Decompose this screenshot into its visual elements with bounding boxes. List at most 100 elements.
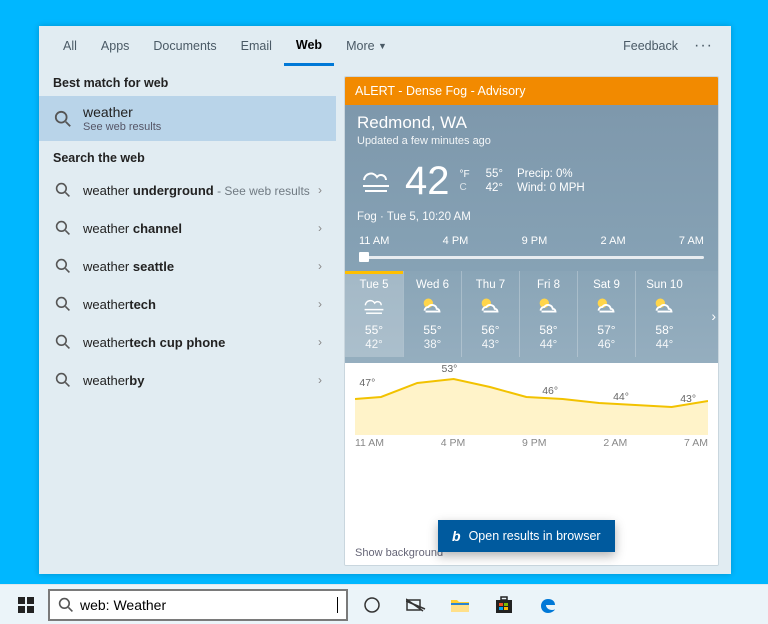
- unit-c[interactable]: C: [460, 182, 470, 193]
- search-icon: [53, 256, 73, 276]
- day-high: 55°: [406, 323, 459, 337]
- search-icon: [53, 370, 73, 390]
- weather-alert[interactable]: ALERT - Dense Fog - Advisory: [345, 77, 718, 105]
- chevron-right-icon: ›: [312, 373, 322, 387]
- chart-x-label: 9 PM: [522, 437, 547, 449]
- tab-apps[interactable]: Apps: [89, 26, 142, 66]
- results-left: Best match for web weather See web resul…: [39, 66, 336, 574]
- hourly-label: 2 AM: [601, 235, 626, 247]
- suggestion-label: weather seattle: [83, 259, 312, 274]
- chart-value-label: 43°: [680, 393, 696, 405]
- tab-web[interactable]: Web: [284, 26, 334, 66]
- suggestion-label: weathertech: [83, 297, 312, 312]
- microsoft-store-icon[interactable]: [484, 589, 524, 621]
- day-low: 38°: [406, 339, 459, 351]
- precip: Precip: 0%: [517, 168, 585, 180]
- search-icon: [53, 109, 73, 129]
- weather-icon: [535, 295, 563, 317]
- best-match-row[interactable]: weather See web results: [39, 96, 336, 141]
- forecast-day[interactable]: Wed 655°38°: [403, 271, 461, 357]
- cortana-icon[interactable]: [352, 589, 392, 621]
- chevron-down-icon: ▼: [378, 41, 387, 51]
- tab-more[interactable]: More ▼: [334, 26, 399, 66]
- forecast-day[interactable]: Tue 555°42°: [345, 271, 403, 357]
- tab-all[interactable]: All: [51, 26, 89, 66]
- chart-value-label: 46°: [542, 385, 558, 397]
- tab-email[interactable]: Email: [229, 26, 284, 66]
- more-options-icon[interactable]: ···: [688, 37, 719, 55]
- taskbar-search-box[interactable]: [48, 589, 348, 621]
- search-icon: [53, 294, 73, 314]
- tabs-row: All Apps Documents Email Web More ▼ Feed…: [39, 26, 731, 66]
- chart-x-label: 7 AM: [684, 437, 708, 449]
- tab-documents[interactable]: Documents: [141, 26, 228, 66]
- chart-value-label: 53°: [441, 363, 457, 375]
- start-button[interactable]: [8, 589, 44, 621]
- chevron-right-icon: ›: [312, 335, 322, 349]
- best-match-sub: See web results: [83, 121, 161, 133]
- suggestion-label: weather underground - See web results: [83, 183, 312, 198]
- forecast-day[interactable]: Fri 858°44°: [519, 271, 577, 357]
- forecast-day[interactable]: Thu 756°43°: [461, 271, 519, 357]
- best-match-header: Best match for web: [39, 66, 336, 96]
- web-suggestion[interactable]: weather seattle›: [39, 247, 336, 285]
- day-high: 58°: [522, 323, 575, 337]
- chevron-right-icon: ›: [312, 259, 322, 273]
- task-view-icon[interactable]: [396, 589, 436, 621]
- web-suggestion[interactable]: weathertech›: [39, 285, 336, 323]
- suggestion-label: weathertech cup phone: [83, 335, 312, 350]
- web-suggestion[interactable]: weatherby›: [39, 361, 336, 399]
- forecast-day[interactable]: Sat 9 57° 46°: [577, 271, 635, 357]
- taskbar-search-input[interactable]: [80, 597, 337, 613]
- day-name: Sat 9: [580, 279, 633, 291]
- weather-icon: [419, 295, 447, 317]
- day-high: 55°: [347, 323, 401, 337]
- day-low: 44°: [638, 339, 691, 351]
- bing-icon: b: [452, 528, 461, 544]
- unit-f[interactable]: °F: [460, 169, 470, 180]
- input-caret: [337, 597, 338, 613]
- chart-x-label: 4 PM: [441, 437, 466, 449]
- suggestion-label: weather channel: [83, 221, 312, 236]
- hourly-slider[interactable]: [357, 253, 706, 261]
- open-results-label: Open results in browser: [469, 529, 601, 543]
- daily-forecast: Tue 555°42°Wed 655°38°Thu 756°43°Fri 858…: [345, 271, 718, 363]
- forecast-next-icon[interactable]: ›: [711, 308, 716, 324]
- search-icon: [58, 597, 74, 613]
- temp-low: 42°: [486, 182, 503, 194]
- file-explorer-icon[interactable]: [440, 589, 480, 621]
- web-suggestion[interactable]: weather underground - See web results›: [39, 171, 336, 209]
- wind: Wind: 0 MPH: [517, 182, 585, 194]
- chevron-right-icon: ›: [312, 221, 322, 235]
- day-low: 42°: [347, 339, 401, 351]
- chevron-right-icon: ›: [312, 297, 322, 311]
- web-suggestion-list: weather underground - See web results›we…: [39, 171, 336, 399]
- chart-value-label: 44°: [613, 391, 629, 403]
- open-results-browser-button[interactable]: b Open results in browser: [438, 520, 615, 552]
- chart-value-label: 47°: [359, 377, 375, 389]
- day-high: 56°: [464, 323, 517, 337]
- chart-x-label: 11 AM: [355, 437, 384, 449]
- day-low: 46°: [580, 339, 633, 351]
- chart-x-label: 2 AM: [603, 437, 627, 449]
- weather-location: Redmond, WA: [357, 113, 706, 133]
- tab-more-label: More: [346, 39, 374, 53]
- condition-line: Fog · Tue 5, 10:20 AM: [357, 211, 706, 223]
- hourly-labels: 11 AM4 PM9 PM2 AM7 AM: [357, 235, 706, 247]
- weather-card: ALERT - Dense Fog - Advisory Redmond, WA…: [344, 76, 719, 566]
- web-suggestion[interactable]: weather channel›: [39, 209, 336, 247]
- hourly-chart: 47° 53° 46° 44° 43° 11 AM 4 PM 9 PM 2 AM 7 AM: [345, 363, 718, 543]
- hourly-label: 9 PM: [522, 235, 548, 247]
- edge-icon[interactable]: [528, 589, 568, 621]
- search-web-header: Search the web: [39, 141, 336, 171]
- search-icon: [53, 332, 73, 352]
- day-high: 57°: [580, 323, 633, 337]
- day-name: Sun 10: [638, 279, 691, 291]
- forecast-day[interactable]: Sun 1058°44°: [635, 271, 693, 357]
- web-suggestion[interactable]: weathertech cup phone›: [39, 323, 336, 361]
- weather-icon: [477, 295, 505, 317]
- feedback-link[interactable]: Feedback: [613, 39, 688, 53]
- weather-current: Redmond, WA Updated a few minutes ago 42…: [345, 105, 718, 271]
- chevron-right-icon: ›: [312, 183, 322, 197]
- search-panel: All Apps Documents Email Web More ▼ Feed…: [39, 26, 731, 574]
